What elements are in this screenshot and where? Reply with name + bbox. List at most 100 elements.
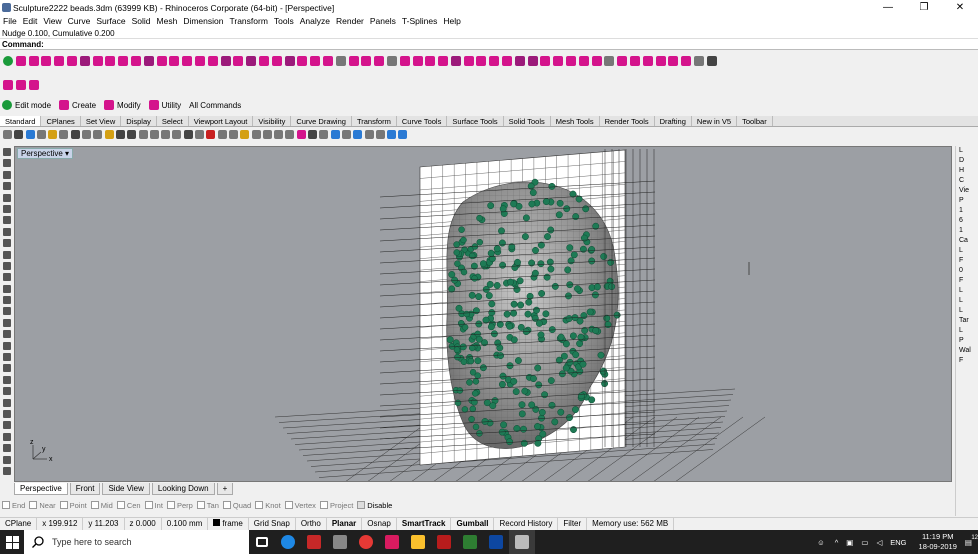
tsplines-tool-44-icon[interactable] xyxy=(553,56,564,66)
standard-tool-3-icon[interactable] xyxy=(25,130,35,139)
tsplines-tool-55-icon[interactable] xyxy=(694,56,705,66)
osnap-checkbox[interactable] xyxy=(59,501,68,509)
standard-tool-35-icon[interactable] xyxy=(387,130,397,139)
osnap-checkbox[interactable] xyxy=(319,501,328,509)
tsplines-tool-46-icon[interactable] xyxy=(578,56,589,66)
tsplines-tool-52-icon[interactable] xyxy=(655,56,666,66)
tsplines-tool-14-icon[interactable] xyxy=(169,56,180,66)
tab-curve-drawing[interactable]: Curve Drawing xyxy=(291,116,352,126)
osnap-checkbox[interactable] xyxy=(166,501,175,509)
tsplines-tool-50-icon[interactable] xyxy=(630,56,641,66)
vtab-front[interactable]: Front xyxy=(69,483,101,495)
left-tool-22-icon[interactable] xyxy=(3,387,11,396)
left-tool-11-icon[interactable] xyxy=(3,261,11,270)
standard-tool-24-icon[interactable] xyxy=(262,130,272,139)
tab-surface-tools[interactable]: Surface Tools xyxy=(447,116,504,126)
standard-tool-2-icon[interactable] xyxy=(14,130,24,139)
properties-row[interactable]: L xyxy=(956,246,978,256)
standard-tool-8-icon[interactable] xyxy=(82,130,92,139)
standard-tool-10-icon[interactable] xyxy=(104,130,114,139)
language-indicator[interactable]: ENG xyxy=(890,538,906,547)
tsplines-tool-23-icon[interactable] xyxy=(284,56,295,66)
task-view-button[interactable] xyxy=(249,530,275,554)
tsplines-tool-48-icon[interactable] xyxy=(604,56,615,66)
tsplines-tool-12-icon[interactable] xyxy=(143,56,154,66)
taskbar-rhino-active[interactable] xyxy=(509,530,535,554)
taskbar-indesign[interactable] xyxy=(379,530,405,554)
left-tool-10-icon[interactable] xyxy=(3,250,11,259)
tab-select[interactable]: Select xyxy=(157,116,189,126)
tsplines-tool-21-icon[interactable] xyxy=(258,56,269,66)
menu-edit[interactable]: Edit xyxy=(20,15,41,28)
standard-tool-31-icon[interactable] xyxy=(341,130,351,139)
tsplines-tool-56-icon[interactable] xyxy=(706,56,717,66)
osnap-tan[interactable]: Tan xyxy=(196,501,219,510)
osnap-checkbox[interactable] xyxy=(144,501,153,509)
tsplines-tool-42-icon[interactable] xyxy=(527,56,538,66)
left-tool-20-icon[interactable] xyxy=(3,364,11,373)
standard-tool-25-icon[interactable] xyxy=(274,130,284,139)
minimize-button[interactable]: — xyxy=(870,2,906,13)
tsplines-tool-10-icon[interactable] xyxy=(118,56,129,66)
toggle-grid-snap[interactable]: Grid Snap xyxy=(249,517,296,530)
properties-row[interactable]: L xyxy=(956,326,978,336)
standard-tool-27-icon[interactable] xyxy=(296,130,306,139)
osnap-near[interactable]: Near xyxy=(29,501,56,510)
osnap-end[interactable]: End xyxy=(2,501,25,510)
left-tool-9-icon[interactable] xyxy=(3,239,11,248)
command-prompt[interactable]: Command: xyxy=(0,39,978,50)
left-tool-15-icon[interactable] xyxy=(3,307,11,316)
properties-row[interactable]: C xyxy=(956,176,978,186)
left-tool-14-icon[interactable] xyxy=(3,296,11,305)
people-icon[interactable]: ☺ xyxy=(817,538,825,547)
left-tool-1-icon[interactable] xyxy=(3,148,11,156)
tsplines-tool-20-icon[interactable] xyxy=(246,56,257,66)
standard-tool-30-icon[interactable] xyxy=(330,130,340,139)
close-button[interactable]: ✕ xyxy=(942,2,978,13)
standard-tool-34-icon[interactable] xyxy=(375,130,385,139)
menu-surface[interactable]: Surface xyxy=(93,15,128,28)
tab-drafting[interactable]: Drafting xyxy=(655,116,692,126)
tab-display[interactable]: Display xyxy=(121,116,157,126)
vtab-looking-down[interactable]: Looking Down xyxy=(151,483,215,495)
status-layer[interactable]: frame xyxy=(208,517,249,530)
tab-curve-tools[interactable]: Curve Tools xyxy=(397,116,448,126)
left-tool-12-icon[interactable] xyxy=(3,273,11,282)
toggle-osnap[interactable]: Osnap xyxy=(362,517,397,530)
tsplines-tool-30-icon[interactable] xyxy=(374,56,385,66)
tsplines-tool-27-icon[interactable] xyxy=(335,56,346,66)
standard-tool-29-icon[interactable] xyxy=(319,130,329,139)
standard-tool-13-icon[interactable] xyxy=(138,130,148,139)
left-tool-19-icon[interactable] xyxy=(3,353,11,362)
tsplines-tool-37-icon[interactable] xyxy=(463,56,474,66)
osnap-checkbox[interactable] xyxy=(255,501,264,509)
tab-toolbar[interactable]: Toolbar xyxy=(737,116,773,126)
toggle-planar[interactable]: Planar xyxy=(327,517,363,530)
status-cplane[interactable]: CPlane xyxy=(0,517,38,530)
tsplines-tool-2-icon[interactable] xyxy=(15,56,26,66)
left-tool-4-icon[interactable] xyxy=(3,182,11,191)
tab-new-in-v5[interactable]: New in V5 xyxy=(692,116,738,126)
standard-tool-7-icon[interactable] xyxy=(70,130,80,139)
osnap-cen[interactable]: Cen xyxy=(116,501,141,510)
menu-render[interactable]: Render xyxy=(333,15,367,28)
osnap-perp[interactable]: Perp xyxy=(166,501,193,510)
tsplines-tool-39-icon[interactable] xyxy=(489,56,500,66)
tsplines-extra-2-icon[interactable] xyxy=(15,80,26,90)
taskbar-search[interactable]: Type here to search xyxy=(24,530,249,554)
tsplines-tool-38-icon[interactable] xyxy=(476,56,487,66)
standard-tool-19-icon[interactable] xyxy=(206,130,216,139)
volume-icon[interactable]: ◁ xyxy=(876,538,882,547)
standard-tool-23-icon[interactable] xyxy=(251,130,261,139)
tsplines-extra-3-icon[interactable] xyxy=(28,80,39,90)
notifications-icon[interactable]: ▤ 12 xyxy=(965,535,978,547)
standard-tool-28-icon[interactable] xyxy=(308,130,318,139)
standard-tool-22-icon[interactable] xyxy=(240,130,250,139)
toggle-record-history[interactable]: Record History xyxy=(494,517,559,530)
osnap-project[interactable]: Project xyxy=(319,501,353,510)
properties-row[interactable]: 1 xyxy=(956,226,978,236)
left-tool-2-icon[interactable] xyxy=(3,159,11,168)
tsplines-tool-16-icon[interactable] xyxy=(194,56,205,66)
standard-tool-32-icon[interactable] xyxy=(353,130,363,139)
toggle-smarttrack[interactable]: SmartTrack xyxy=(397,517,452,530)
